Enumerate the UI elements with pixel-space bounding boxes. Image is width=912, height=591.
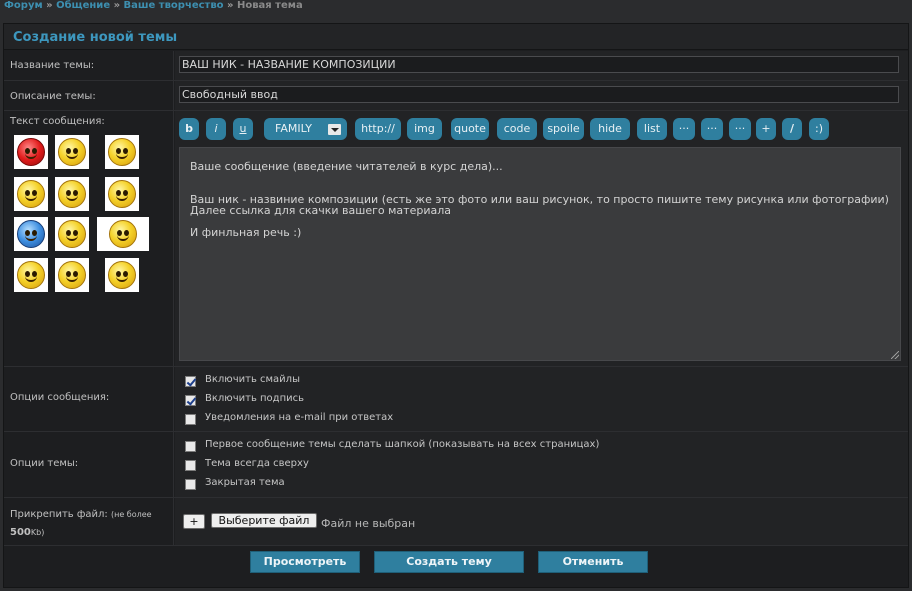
more-button-1[interactable]: ···	[673, 118, 695, 140]
attach-size: 500	[10, 527, 31, 538]
message-label: Текст сообщения:	[10, 116, 105, 127]
enable-smileys-checkbox[interactable]	[185, 376, 196, 387]
slash-button[interactable]: /	[782, 118, 802, 140]
more-button-2[interactable]: ···	[701, 118, 723, 140]
message-options-label: Опции сообщения:	[4, 367, 174, 431]
link-button[interactable]: http://	[355, 118, 401, 140]
message-options-row: Опции сообщения: Включить смайлы Включит…	[4, 367, 908, 432]
italic-button[interactable]: i	[206, 118, 226, 140]
preview-button[interactable]: Просмотреть	[250, 551, 360, 573]
more-button-3[interactable]: ···	[729, 118, 751, 140]
topic-name-label: Название темы:	[4, 51, 174, 80]
topic-desc-cell	[175, 81, 908, 110]
email-notify-checkbox[interactable]	[185, 414, 196, 425]
surprised-smiley-icon[interactable]	[55, 177, 89, 211]
attach-label-cell: Прикрепить файл: (не более 500Kb)	[4, 498, 174, 545]
breadcrumb-link-general[interactable]: Общение	[56, 0, 110, 11]
message-textarea[interactable]: Ваше сообщение (введение читателей в кур…	[179, 147, 901, 361]
topic-options-cell: Первое сообщение темы сделать шапкой (по…	[175, 432, 908, 497]
file-status: Файл не выбран	[321, 517, 416, 530]
font-family-select[interactable]: FAMILY	[264, 118, 347, 140]
cancel-button[interactable]: Отменить	[538, 551, 648, 573]
resize-grip-icon[interactable]	[891, 351, 899, 359]
font-family-label: FAMILY	[275, 122, 312, 135]
bold-button[interactable]: b	[179, 118, 199, 140]
laughing-smiley-icon[interactable]	[105, 177, 139, 211]
breadcrumb-link-forum[interactable]: Форум	[4, 0, 43, 11]
cold-smiley-icon[interactable]	[14, 217, 48, 251]
topic-name-row: Название темы:	[4, 51, 908, 81]
spoiler-button[interactable]: spoile	[543, 118, 584, 140]
list-button[interactable]: list	[637, 118, 667, 140]
enable-smileys-label: Включить смайлы	[205, 374, 300, 385]
new-topic-form: Создание новой темы Название темы: Описа…	[3, 23, 909, 588]
smiley-button[interactable]: :)	[809, 118, 829, 140]
happy-smiley-icon[interactable]	[55, 135, 89, 169]
angry-smiley-icon[interactable]	[14, 135, 48, 169]
breadcrumb-current: Новая тема	[236, 0, 303, 11]
image-button[interactable]: img	[407, 118, 442, 140]
sad-smiley-icon[interactable]	[105, 258, 139, 292]
quote-button[interactable]: quote	[451, 118, 489, 140]
attach-unit: Kb)	[30, 528, 45, 537]
enable-signature-checkbox[interactable]	[185, 395, 196, 406]
topic-desc-label: Описание темы:	[4, 81, 174, 110]
message-row: Текст сообщения: b i u FAMILY http:// im…	[4, 111, 908, 367]
breadcrumb-separator: »	[113, 0, 121, 11]
sticky-topic-label: Тема всегда сверху	[205, 458, 309, 469]
attach-cell: + Выберите файл Файл не выбран	[175, 498, 908, 545]
topic-desc-input[interactable]	[179, 86, 899, 103]
dizzy-smiley-icon[interactable]	[55, 258, 89, 292]
message-options-cell: Включить смайлы Включить подпись Уведомл…	[175, 367, 908, 431]
breadcrumb: Форум » Общение » Ваше творчество » Нова…	[4, 0, 303, 14]
crying-smiley-icon[interactable]	[14, 177, 48, 211]
topic-options-row: Опции темы: Первое сообщение темы сделат…	[4, 432, 908, 498]
closed-topic-checkbox[interactable]	[185, 479, 196, 490]
email-notify-label: Уведомления на e-mail при ответах	[205, 412, 394, 423]
create-topic-button[interactable]: Создать тему	[374, 551, 524, 573]
pin-first-post-label: Первое сообщение темы сделать шапкой (по…	[205, 439, 600, 450]
code-button[interactable]: code	[497, 118, 537, 140]
hide-button[interactable]: hide	[590, 118, 630, 140]
shocked-smiley-icon[interactable]	[97, 217, 149, 251]
lol-smiley-icon[interactable]	[14, 258, 48, 292]
attach-note: (не более	[110, 510, 152, 519]
attach-label: Прикрепить файл:	[10, 509, 108, 520]
underline-button[interactable]: u	[233, 118, 253, 140]
topic-desc-row: Описание темы:	[4, 81, 908, 111]
topic-name-input[interactable]	[179, 56, 899, 73]
breadcrumb-link-creativity[interactable]: Ваше творчество	[124, 0, 224, 11]
message-cell: b i u FAMILY http:// img quote code spoi…	[175, 111, 908, 366]
closed-topic-label: Закрытая тема	[205, 477, 285, 488]
pin-first-post-checkbox[interactable]	[185, 441, 196, 452]
sly-smiley-icon[interactable]	[105, 135, 139, 169]
blushing-smiley-icon[interactable]	[55, 217, 89, 251]
choose-file-button[interactable]: Выберите файл	[211, 513, 317, 528]
attach-row: Прикрепить файл: (не более 500Kb) + Выбе…	[4, 498, 908, 546]
plus-button[interactable]: +	[756, 118, 776, 140]
breadcrumb-separator: »	[227, 0, 234, 11]
breadcrumb-separator: »	[46, 0, 53, 11]
chevron-down-icon	[328, 124, 341, 135]
topic-options-label: Опции темы:	[4, 432, 174, 497]
message-label-cell: Текст сообщения:	[4, 111, 174, 366]
enable-signature-label: Включить подпись	[205, 393, 305, 404]
sticky-topic-checkbox[interactable]	[185, 460, 196, 471]
topic-name-cell	[175, 51, 908, 80]
add-file-button[interactable]: +	[183, 514, 205, 529]
form-title: Создание новой темы	[4, 24, 908, 50]
